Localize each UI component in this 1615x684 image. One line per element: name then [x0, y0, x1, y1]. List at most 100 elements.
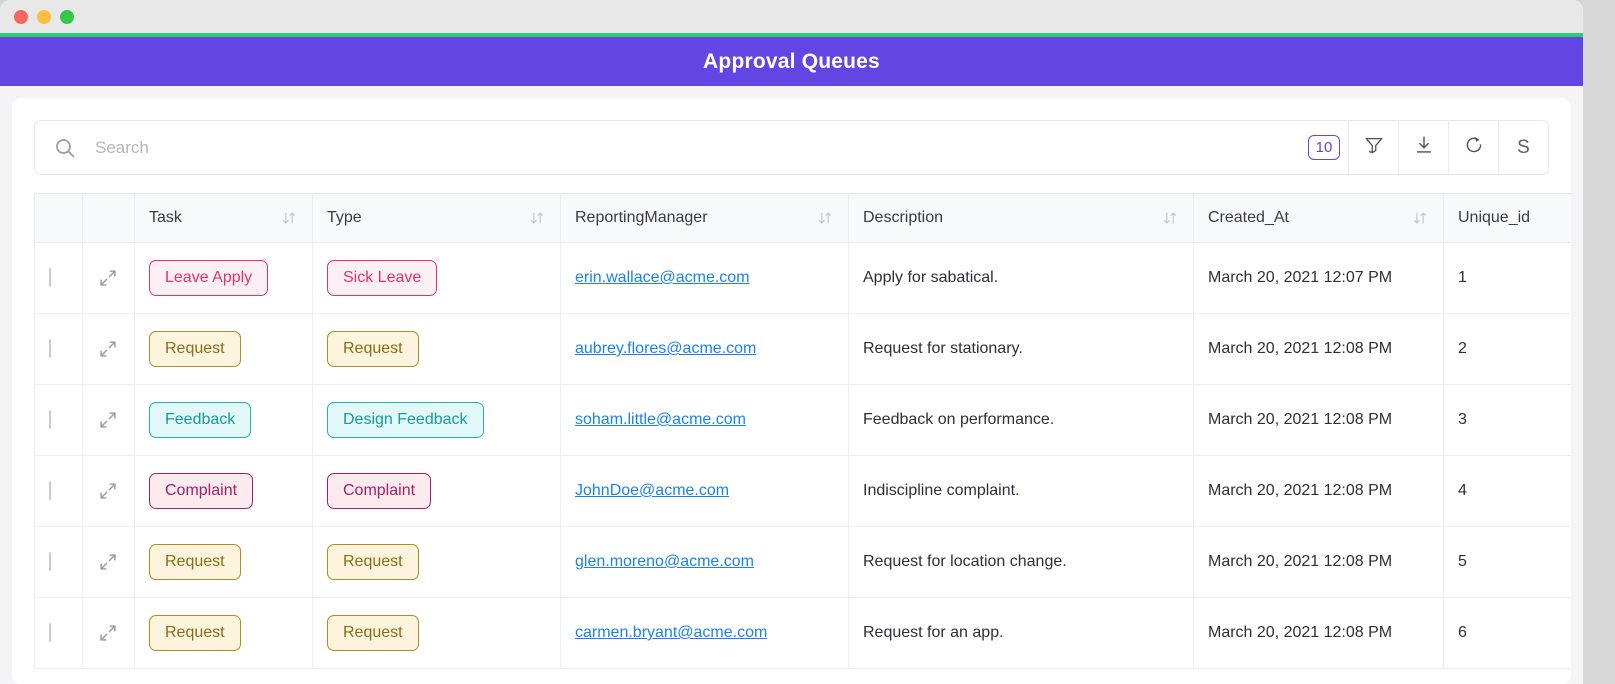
- column-label-reportingmanager: ReportingManager: [575, 209, 708, 227]
- row-checkbox[interactable]: [49, 623, 51, 642]
- cell-task: Request: [135, 527, 313, 598]
- settings-button[interactable]: S: [1498, 121, 1548, 174]
- cell-created-at: March 20, 2021 12:07 PM: [1194, 243, 1444, 314]
- desktop-background: [1583, 0, 1615, 684]
- cell-reportingmanager: soham.little@acme.com: [561, 385, 849, 456]
- sort-icon[interactable]: [528, 209, 546, 227]
- row-select-cell: [35, 385, 83, 456]
- refresh-button[interactable]: [1448, 121, 1498, 174]
- cell-type: Complaint: [313, 456, 561, 527]
- row-select-cell: [35, 314, 83, 385]
- manager-email-link[interactable]: JohnDoe@acme.com: [575, 482, 729, 499]
- row-checkbox[interactable]: [49, 339, 51, 358]
- type-badge[interactable]: Sick Leave: [327, 260, 437, 296]
- page-body: 10: [0, 86, 1583, 684]
- task-badge[interactable]: Request: [149, 615, 241, 651]
- data-table-wrap: Task Type: [34, 193, 1549, 669]
- cell-type: Sick Leave: [313, 243, 561, 314]
- cell-task: Feedback: [135, 385, 313, 456]
- cell-created-at: March 20, 2021 12:08 PM: [1194, 385, 1444, 456]
- type-badge[interactable]: Request: [327, 615, 419, 651]
- manager-email-link[interactable]: soham.little@acme.com: [575, 411, 746, 428]
- table-row: Leave Apply Sick Leave erin.wallace@acme.c…: [35, 243, 1572, 314]
- search-input[interactable]: [95, 121, 1300, 174]
- cell-reportingmanager: glen.moreno@acme.com: [561, 527, 849, 598]
- row-checkbox[interactable]: [49, 268, 51, 287]
- cell-unique-id: 3: [1444, 385, 1572, 456]
- sort-icon[interactable]: [816, 209, 834, 227]
- cell-unique-id: 4: [1444, 456, 1572, 527]
- column-header-check: [35, 194, 83, 243]
- row-checkbox[interactable]: [49, 410, 51, 429]
- sort-icon[interactable]: [1161, 209, 1179, 227]
- cell-unique-id: 1: [1444, 243, 1572, 314]
- task-badge[interactable]: Request: [149, 331, 241, 367]
- filter-button[interactable]: [1348, 121, 1398, 174]
- manager-email-link[interactable]: glen.moreno@acme.com: [575, 553, 754, 570]
- type-badge[interactable]: Complaint: [327, 473, 431, 509]
- type-badge[interactable]: Request: [327, 544, 419, 580]
- cell-description: Request for an app.: [849, 598, 1194, 669]
- row-count-chip-wrap: 10: [1300, 121, 1348, 174]
- row-count-chip[interactable]: 10: [1308, 135, 1341, 160]
- table-head: Task Type: [35, 194, 1572, 243]
- column-header-type[interactable]: Type: [313, 194, 561, 243]
- column-header-task[interactable]: Task: [135, 194, 313, 243]
- expand-icon[interactable]: [97, 551, 120, 573]
- column-label-description: Description: [863, 209, 943, 227]
- search-area: [35, 121, 1300, 174]
- row-checkbox[interactable]: [49, 481, 51, 500]
- table-row: RequestRequestaubrey.flores@acme.comRequ…: [35, 314, 1572, 385]
- maximize-button[interactable]: [60, 10, 74, 24]
- cell-type: Design Feedback: [313, 385, 561, 456]
- app-window: Approval Queues 10: [0, 0, 1583, 684]
- expand-icon[interactable]: [97, 338, 120, 360]
- column-header-description[interactable]: Description: [849, 194, 1194, 243]
- expand-icon[interactable]: [97, 267, 120, 289]
- cell-reportingmanager: aubrey.flores@acme.com: [561, 314, 849, 385]
- type-badge[interactable]: Design Feedback: [327, 402, 484, 438]
- cell-task: Leave Apply: [135, 243, 313, 314]
- task-badge[interactable]: Leave Apply: [149, 260, 268, 296]
- download-button[interactable]: [1398, 121, 1448, 174]
- column-header-reportingmanager[interactable]: ReportingManager: [561, 194, 849, 243]
- settings-icon: S: [1517, 137, 1530, 159]
- type-badge[interactable]: Request: [327, 331, 419, 367]
- close-button[interactable]: [14, 10, 28, 24]
- cell-unique-id: 2: [1444, 314, 1572, 385]
- content-card: 10: [12, 98, 1571, 684]
- column-header-unique-id[interactable]: Unique_id: [1444, 194, 1572, 243]
- sort-icon[interactable]: [280, 209, 298, 227]
- expand-icon[interactable]: [97, 622, 120, 644]
- expand-icon[interactable]: [97, 480, 120, 502]
- sort-icon[interactable]: [1411, 209, 1429, 227]
- cell-type: Request: [313, 527, 561, 598]
- manager-email-link[interactable]: erin.wallace@acme.com: [575, 269, 750, 286]
- cell-type: Request: [313, 598, 561, 669]
- task-badge[interactable]: Request: [149, 544, 241, 580]
- task-badge[interactable]: Complaint: [149, 473, 253, 509]
- row-expand-cell: [83, 243, 135, 314]
- data-table: Task Type: [34, 193, 1571, 669]
- cell-task: Complaint: [135, 456, 313, 527]
- minimize-button[interactable]: [37, 10, 51, 24]
- app-header: Approval Queues: [0, 37, 1583, 86]
- cell-created-at: March 20, 2021 12:08 PM: [1194, 456, 1444, 527]
- cell-type: Request: [313, 314, 561, 385]
- table-row: ComplaintComplaintJohnDoe@acme.comIndisc…: [35, 456, 1572, 527]
- table-header-row: Task Type: [35, 194, 1572, 243]
- row-expand-cell: [83, 598, 135, 669]
- row-select-cell: [35, 598, 83, 669]
- manager-email-link[interactable]: carmen.bryant@acme.com: [575, 624, 767, 641]
- expand-icon[interactable]: [97, 409, 120, 431]
- column-header-created-at[interactable]: Created_At: [1194, 194, 1444, 243]
- table-row: Request Request carmen.bryant@acme.com Requ…: [35, 598, 1572, 669]
- task-badge[interactable]: Feedback: [149, 402, 251, 438]
- table-toolbar: 10: [34, 120, 1549, 175]
- cell-reportingmanager: erin.wallace@acme.com: [561, 243, 849, 314]
- manager-email-link[interactable]: aubrey.flores@acme.com: [575, 340, 756, 357]
- row-checkbox[interactable]: [49, 552, 51, 571]
- cell-description: Apply for sabatical.: [849, 243, 1194, 314]
- table-row: RequestRequestglen.moreno@acme.comReques…: [35, 527, 1572, 598]
- column-label-unique-id: Unique_id: [1458, 209, 1530, 227]
